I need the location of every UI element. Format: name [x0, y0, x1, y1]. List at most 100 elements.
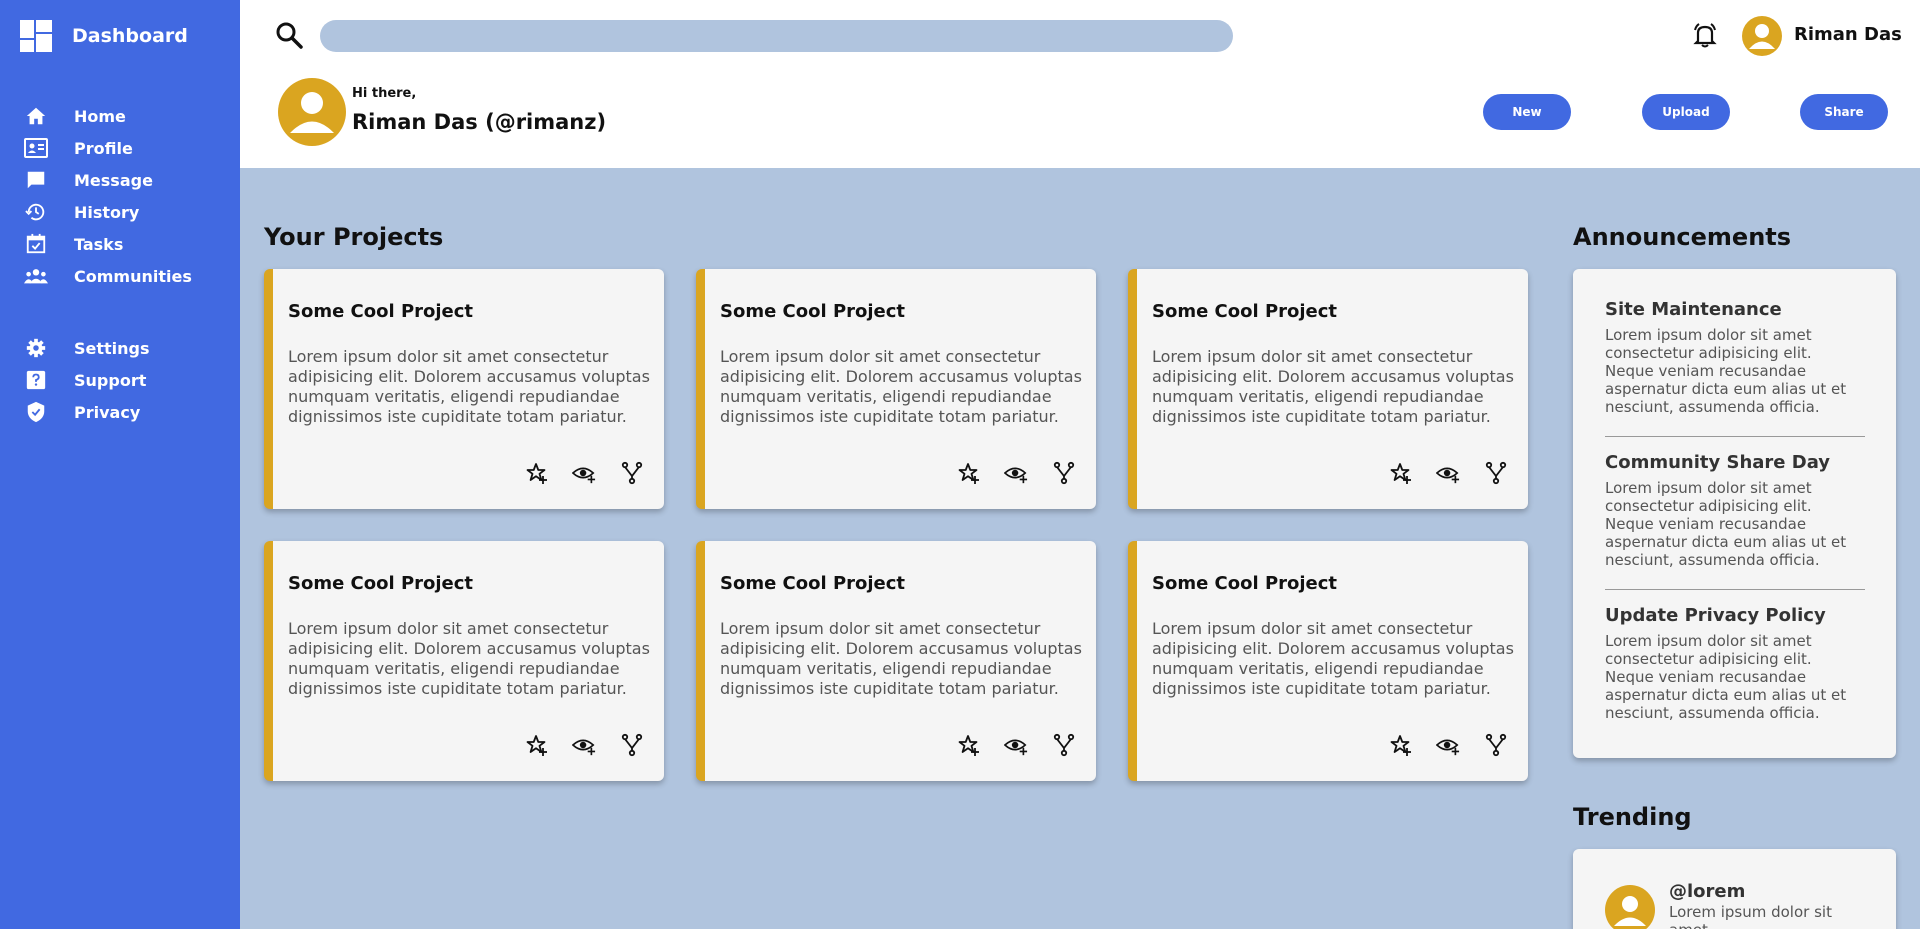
- project-title: Some Cool Project: [288, 301, 474, 322]
- divider: [1605, 436, 1865, 437]
- sidebar-item-communities[interactable]: Communities: [0, 260, 240, 292]
- avatar[interactable]: [1742, 16, 1782, 56]
- project-card[interactable]: Some Cool Project Lorem ipsum dolor sit a…: [696, 269, 1096, 509]
- shield-icon: [24, 400, 48, 424]
- sidebar-item-label: Settings: [74, 338, 150, 358]
- eye-add-icon[interactable]: [572, 733, 596, 757]
- sidebar-item-settings[interactable]: Settings: [0, 332, 240, 364]
- eye-add-icon[interactable]: [572, 461, 596, 485]
- project-actions: [1388, 733, 1508, 757]
- sidebar-item-history[interactable]: History: [0, 196, 240, 228]
- star-add-icon[interactable]: [1388, 461, 1412, 485]
- search-input[interactable]: [320, 20, 1233, 52]
- header: Riman Das Hi there, Riman Das (@rimanz) …: [240, 0, 1920, 168]
- calendar-check-icon: [24, 232, 48, 256]
- fork-icon[interactable]: [620, 461, 644, 485]
- project-card[interactable]: Some Cool Project Lorem ipsum dolor sit a…: [264, 541, 664, 781]
- project-actions: [1388, 461, 1508, 485]
- project-description: Lorem ipsum dolor sit amet consectetur a…: [288, 619, 650, 698]
- greeting: Hi there,: [352, 86, 417, 101]
- eye-add-icon[interactable]: [1004, 733, 1028, 757]
- people-icon: [24, 264, 48, 288]
- sidebar-item-label: Home: [74, 106, 126, 126]
- profile-avatar: [278, 78, 346, 146]
- sidebar-item-profile[interactable]: Profile: [0, 132, 240, 164]
- star-add-icon[interactable]: [1388, 733, 1412, 757]
- fork-icon[interactable]: [1052, 461, 1076, 485]
- project-card[interactable]: Some Cool Project Lorem ipsum dolor sit a…: [1128, 541, 1528, 781]
- announcement-item[interactable]: Update Privacy Policy Lorem ipsum dolor …: [1605, 605, 1865, 722]
- project-card[interactable]: Some Cool Project Lorem ipsum dolor sit a…: [696, 541, 1096, 781]
- trending-title: Trending: [1573, 803, 1692, 831]
- announcement-item[interactable]: Community Share Day Lorem ipsum dolor si…: [1605, 452, 1865, 569]
- brand[interactable]: Dashboard: [20, 20, 188, 52]
- sidebar-item-home[interactable]: Home: [0, 100, 240, 132]
- announcements-title: Announcements: [1573, 223, 1792, 251]
- new-button[interactable]: New: [1483, 94, 1571, 130]
- upload-button[interactable]: Upload: [1642, 94, 1730, 130]
- sidebar: Dashboard Home Profile Message History T…: [0, 0, 240, 929]
- trending-text: Lorem ipsum dolor sit amet: [1669, 903, 1832, 929]
- trending-panel: @lorem Lorem ipsum dolor sit amet: [1573, 849, 1896, 929]
- project-card[interactable]: Some Cool Project Lorem ipsum dolor sit a…: [264, 269, 664, 509]
- home-icon: [24, 104, 48, 128]
- project-card[interactable]: Some Cool Project Lorem ipsum dolor sit a…: [1128, 269, 1528, 509]
- eye-add-icon[interactable]: [1436, 461, 1460, 485]
- project-actions: [956, 461, 1076, 485]
- fork-icon[interactable]: [1484, 733, 1508, 757]
- bell-icon[interactable]: [1690, 20, 1720, 50]
- star-add-icon[interactable]: [524, 461, 548, 485]
- announcement-title: Community Share Day: [1605, 452, 1831, 473]
- profile-name: Riman Das (@rimanz): [352, 110, 607, 134]
- eye-add-icon[interactable]: [1004, 461, 1028, 485]
- sidebar-item-support[interactable]: Support: [0, 364, 240, 396]
- fork-icon[interactable]: [1484, 461, 1508, 485]
- fork-icon[interactable]: [1052, 733, 1076, 757]
- history-icon: [24, 200, 48, 224]
- gear-icon: [24, 336, 48, 360]
- sidebar-item-tasks[interactable]: Tasks: [0, 228, 240, 260]
- sidebar-item-label: Communities: [74, 266, 192, 286]
- sidebar-item-label: History: [74, 202, 140, 222]
- fork-icon[interactable]: [620, 733, 644, 757]
- brand-title: Dashboard: [72, 25, 188, 47]
- star-add-icon[interactable]: [956, 461, 980, 485]
- project-description: Lorem ipsum dolor sit amet consectetur a…: [720, 619, 1082, 698]
- announcement-item[interactable]: Site Maintenance Lorem ipsum dolor sit a…: [1605, 299, 1865, 416]
- announcement-text: Lorem ipsum dolor sit amet consectetur a…: [1605, 326, 1847, 416]
- sidebar-item-privacy[interactable]: Privacy: [0, 396, 240, 428]
- divider: [1605, 589, 1865, 590]
- project-title: Some Cool Project: [288, 573, 474, 594]
- announcement-text: Lorem ipsum dolor sit amet consectetur a…: [1605, 479, 1847, 569]
- project-description: Lorem ipsum dolor sit amet consectetur a…: [720, 347, 1082, 426]
- sidebar-item-label: Privacy: [74, 402, 141, 422]
- sidebar-item-message[interactable]: Message: [0, 164, 240, 196]
- sidebar-item-label: Tasks: [74, 234, 124, 254]
- project-title: Some Cool Project: [720, 301, 906, 322]
- avatar[interactable]: [1605, 885, 1655, 929]
- id-card-icon: [24, 136, 48, 160]
- star-add-icon[interactable]: [524, 733, 548, 757]
- search-icon[interactable]: [274, 20, 304, 50]
- sidebar-item-label: Profile: [74, 138, 133, 158]
- trending-handle[interactable]: @lorem: [1669, 881, 1745, 902]
- project-title: Some Cool Project: [1152, 573, 1338, 594]
- project-actions: [524, 733, 644, 757]
- user-name[interactable]: Riman Das: [1794, 24, 1902, 45]
- project-description: Lorem ipsum dolor sit amet consectetur a…: [1152, 619, 1514, 698]
- help-icon: [24, 368, 48, 392]
- projects-title: Your Projects: [264, 223, 444, 251]
- sidebar-nav: Home Profile Message History Tasks Commu…: [0, 100, 240, 428]
- eye-add-icon[interactable]: [1436, 733, 1460, 757]
- sidebar-item-label: Support: [74, 370, 147, 390]
- dashboard-logo-icon: [20, 20, 52, 52]
- share-button[interactable]: Share: [1800, 94, 1888, 130]
- project-title: Some Cool Project: [1152, 301, 1338, 322]
- star-add-icon[interactable]: [956, 733, 980, 757]
- announcements-panel: Site Maintenance Lorem ipsum dolor sit a…: [1573, 269, 1896, 758]
- sidebar-item-label: Message: [74, 170, 153, 190]
- project-actions: [956, 733, 1076, 757]
- chat-icon: [24, 168, 48, 192]
- project-actions: [524, 461, 644, 485]
